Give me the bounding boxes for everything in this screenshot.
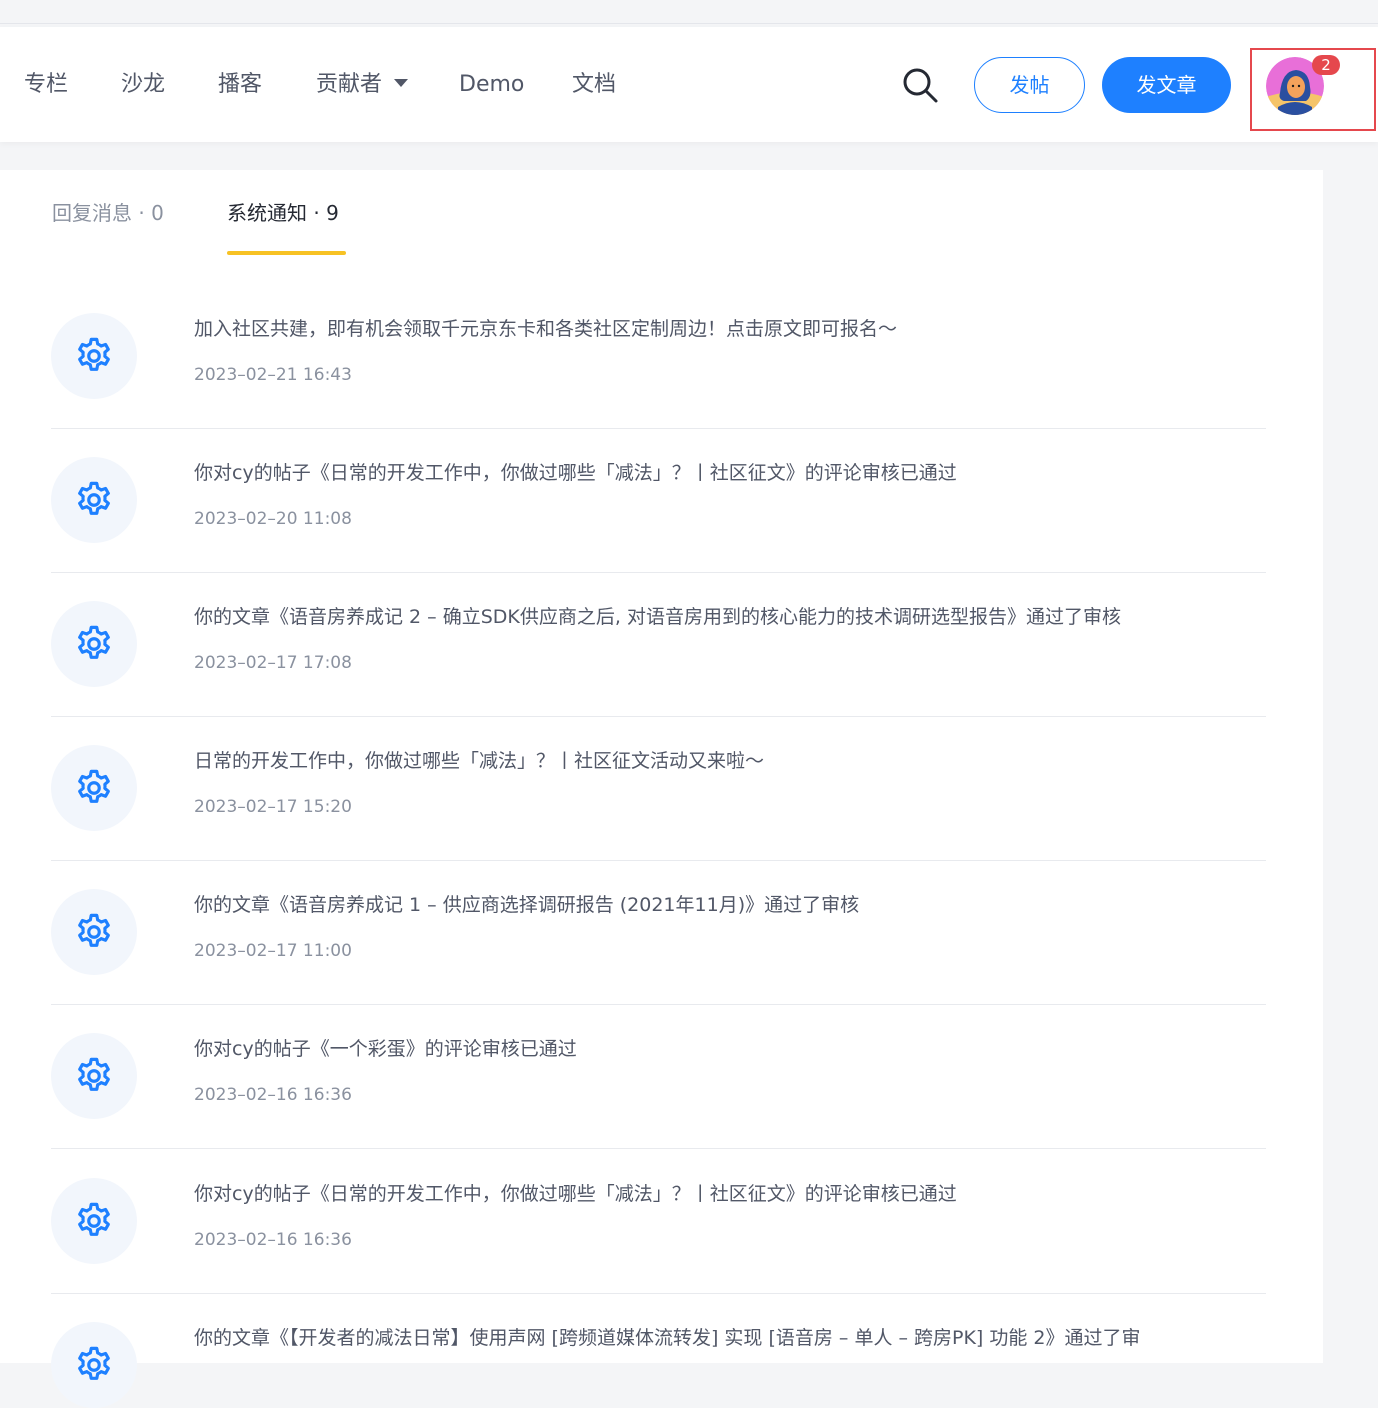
notification-icon-bg bbox=[51, 1178, 137, 1264]
gear-icon bbox=[78, 481, 110, 515]
gear-icon bbox=[78, 337, 110, 371]
notification-title[interactable]: 加入社区共建，即有机会领取千元京东卡和各类社区定制周边！点击原文即可报名～ bbox=[194, 314, 897, 344]
nav-item-contributors-label: 贡献者 bbox=[316, 72, 383, 97]
notification-title[interactable]: 你的文章《【开发者的减法日常】使用声网 [跨频道媒体流转发] 实现 [语音房 –… bbox=[194, 1323, 1141, 1353]
list-item[interactable]: 日常的开发工作中，你做过哪些「减法」？丨社区征文活动又来啦～ 2023–02–1… bbox=[51, 716, 1266, 861]
notification-icon-bg bbox=[51, 1322, 137, 1408]
nav-item-column[interactable]: 专栏 bbox=[24, 68, 68, 102]
notification-time: 2023–02–17 11:00 bbox=[194, 941, 352, 961]
nav-item-podcast[interactable]: 播客 bbox=[218, 68, 262, 102]
list-item[interactable]: 你对cy的帖子《日常的开发工作中，你做过哪些「减法」？丨社区征文》的评论审核已通… bbox=[51, 1149, 1266, 1294]
post-button[interactable]: 发帖 bbox=[974, 57, 1085, 113]
gear-icon bbox=[78, 625, 110, 659]
notifications-panel: 回复消息 · 0 系统通知 · 9 加入社区共建，即有机会领取千元京东卡和各类社… bbox=[0, 170, 1323, 1408]
notification-title[interactable]: 你的文章《语音房养成记 1 – 供应商选择调研报告 (2021年11月)》通过了… bbox=[194, 890, 859, 920]
gear-icon bbox=[78, 1202, 110, 1236]
browser-top-strip bbox=[0, 0, 1378, 23]
gear-icon bbox=[78, 913, 110, 947]
list-item[interactable]: 加入社区共建，即有机会领取千元京东卡和各类社区定制周边！点击原文即可报名～ 20… bbox=[51, 284, 1266, 429]
notification-title[interactable]: 日常的开发工作中，你做过哪些「减法」？丨社区征文活动又来啦～ bbox=[194, 746, 764, 776]
notification-title[interactable]: 你的文章《语音房养成记 2 – 确立SDK供应商之后, 对语音房用到的核心能力的… bbox=[194, 602, 1121, 632]
notification-icon-bg bbox=[51, 889, 137, 975]
tab-system-notifications[interactable]: 系统通知 · 9 bbox=[227, 198, 339, 228]
notification-icon-bg bbox=[51, 1033, 137, 1119]
notification-icon-bg bbox=[51, 745, 137, 831]
notification-icon-bg bbox=[51, 601, 137, 687]
notification-title[interactable]: 你对cy的帖子《日常的开发工作中，你做过哪些「减法」？丨社区征文》的评论审核已通… bbox=[194, 1179, 957, 1209]
notification-title[interactable]: 你对cy的帖子《一个彩蛋》的评论审核已通过 bbox=[194, 1034, 577, 1064]
notification-time: 2023–02–17 17:08 bbox=[194, 653, 352, 673]
notification-icon-bg bbox=[51, 313, 137, 399]
top-navigation-bar: 专栏 沙龙 播客 贡献者 Demo 文档 发帖 发文章 2 bbox=[0, 27, 1378, 142]
search-icon[interactable] bbox=[900, 65, 940, 105]
notification-title[interactable]: 你对cy的帖子《日常的开发工作中，你做过哪些「减法」？丨社区征文》的评论审核已通… bbox=[194, 458, 957, 488]
list-item[interactable]: 你对cy的帖子《日常的开发工作中，你做过哪些「减法」？丨社区征文》的评论审核已通… bbox=[51, 428, 1266, 573]
list-item[interactable]: 你的文章《语音房养成记 1 – 供应商选择调研报告 (2021年11月)》通过了… bbox=[51, 860, 1266, 1005]
gear-icon bbox=[78, 1346, 110, 1380]
notification-badge: 2 bbox=[1312, 55, 1340, 75]
list-item[interactable]: 你对cy的帖子《一个彩蛋》的评论审核已通过 2023–02–16 16:36 bbox=[51, 1004, 1266, 1149]
write-article-button[interactable]: 发文章 bbox=[1102, 57, 1231, 113]
gear-icon bbox=[78, 1057, 110, 1091]
active-tab-indicator bbox=[227, 251, 346, 255]
nav-item-demo[interactable]: Demo bbox=[459, 68, 524, 102]
nav-item-docs[interactable]: 文档 bbox=[572, 68, 616, 102]
gear-icon bbox=[78, 769, 110, 803]
list-item[interactable]: 你的文章《【开发者的减法日常】使用声网 [跨频道媒体流转发] 实现 [语音房 –… bbox=[51, 1293, 1266, 1408]
notification-time: 2023–02–21 16:43 bbox=[194, 365, 352, 385]
notification-time: 2023–02–17 15:20 bbox=[194, 797, 352, 817]
tab-reply-messages[interactable]: 回复消息 · 0 bbox=[52, 198, 164, 228]
list-item[interactable]: 你的文章《语音房养成记 2 – 确立SDK供应商之后, 对语音房用到的核心能力的… bbox=[51, 572, 1266, 717]
notification-icon-bg bbox=[51, 457, 137, 543]
caret-down-icon bbox=[394, 79, 409, 87]
top-divider bbox=[0, 23, 1378, 24]
notification-time: 2023–02–16 16:36 bbox=[194, 1085, 352, 1105]
notification-time: 2023–02–20 11:08 bbox=[194, 509, 352, 529]
nav-item-contributors[interactable]: 贡献者 bbox=[316, 68, 409, 102]
nav-item-salon[interactable]: 沙龙 bbox=[121, 68, 165, 102]
notification-time: 2023–02–16 16:36 bbox=[194, 1230, 352, 1250]
user-avatar-area[interactable]: 2 bbox=[1250, 48, 1376, 131]
